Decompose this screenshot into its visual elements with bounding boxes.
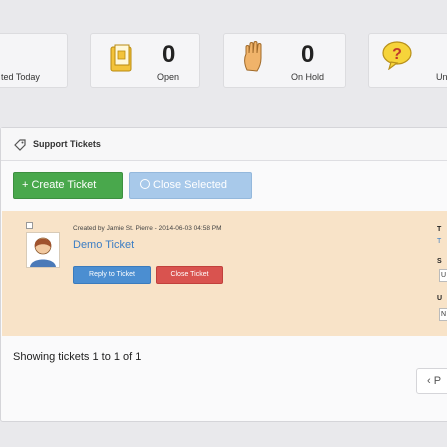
panel-title: Support Tickets bbox=[33, 139, 101, 149]
create-ticket-button[interactable]: + Create Ticket bbox=[13, 172, 123, 199]
hand-icon bbox=[241, 40, 267, 79]
avatar bbox=[26, 232, 60, 268]
pager-previous[interactable]: ‹ P bbox=[416, 368, 447, 394]
tag-icon bbox=[14, 138, 26, 156]
stat-label-open: Open bbox=[157, 72, 180, 82]
ticket-row: Created by Jamie St. Pierre - 2014-06-03… bbox=[2, 211, 447, 336]
urgency-select[interactable]: N bbox=[439, 308, 447, 321]
showing-count: Showing tickets 1 to 1 of 1 bbox=[13, 351, 142, 363]
stat-label-on-hold: On Hold bbox=[291, 72, 325, 82]
stat-label-created-today: ted Today bbox=[1, 72, 40, 82]
stat-label-unassigned: Un bbox=[436, 72, 447, 82]
side-label: T bbox=[437, 238, 442, 245]
close-selected-button[interactable]: Close Selected bbox=[129, 172, 252, 199]
stat-card-created-today: ted Today bbox=[0, 33, 68, 88]
ticket-checkbox[interactable] bbox=[26, 222, 33, 229]
question-bubble-icon: ? bbox=[381, 40, 413, 75]
stat-card-unassigned: ? Un bbox=[368, 33, 447, 88]
ticket-meta: Created by Jamie St. Pierre - 2014-06-03… bbox=[73, 225, 222, 232]
side-label: U bbox=[437, 295, 443, 302]
close-selected-label: Close Selected bbox=[153, 179, 227, 191]
folder-icon bbox=[109, 43, 135, 78]
stat-value-open: 0 bbox=[162, 41, 176, 68]
check-circle-icon bbox=[140, 179, 150, 189]
side-label: S bbox=[437, 258, 442, 265]
stat-card-on-hold: 0 On Hold bbox=[223, 33, 346, 88]
panel-header: Support Tickets bbox=[1, 128, 447, 161]
status-select[interactable]: U bbox=[439, 269, 447, 282]
ticket-title-link[interactable]: Demo Ticket bbox=[73, 239, 134, 251]
side-label: T bbox=[437, 226, 442, 233]
stat-value-on-hold: 0 bbox=[301, 41, 315, 68]
stat-card-open: 0 Open bbox=[90, 33, 200, 88]
svg-text:?: ? bbox=[392, 46, 402, 63]
support-tickets-panel: Support Tickets + Create Ticket Close Se… bbox=[0, 127, 447, 422]
reply-to-ticket-button[interactable]: Reply to Ticket bbox=[73, 266, 151, 284]
close-ticket-button[interactable]: Close Ticket bbox=[156, 266, 223, 284]
